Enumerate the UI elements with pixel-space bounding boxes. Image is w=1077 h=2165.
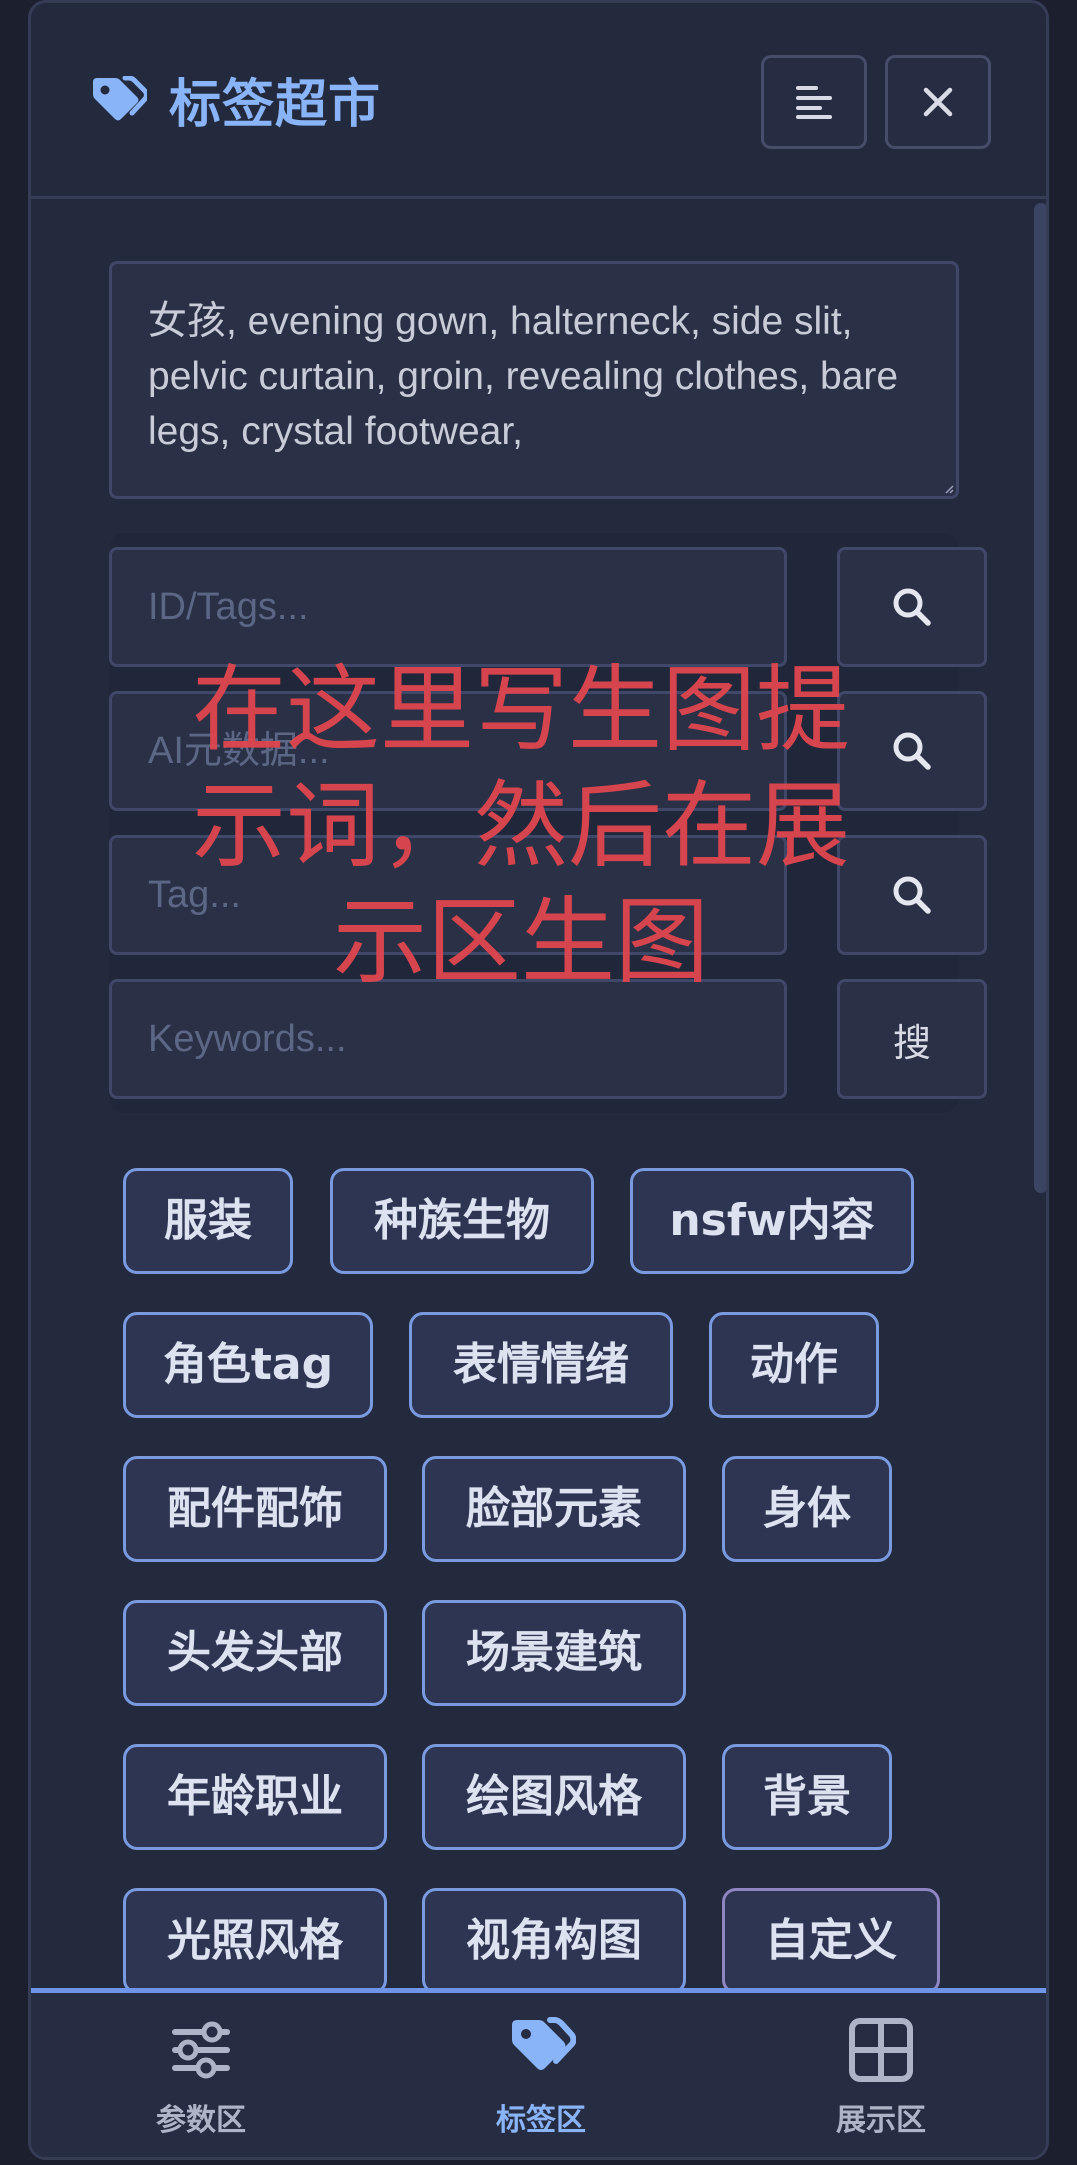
tag-category-button[interactable]: 绘图风格: [422, 1744, 686, 1850]
tag-category-button[interactable]: 脸部元素: [422, 1456, 686, 1562]
panel-header: 标签超市: [31, 3, 1046, 199]
grid-icon: [849, 2018, 913, 2082]
tag-category-button[interactable]: 表情情绪: [409, 1312, 673, 1418]
nav-item-tags[interactable]: 标签区: [441, 2015, 641, 2145]
sliders-icon: [172, 2021, 230, 2079]
resize-grip-icon[interactable]: [944, 484, 954, 494]
tag-category-button[interactable]: 视角构图: [422, 1888, 686, 1994]
search-icon: [893, 588, 931, 626]
bottom-nav: 参数区 标签区 展示区: [31, 1988, 1046, 2157]
menu-button[interactable]: [761, 55, 867, 149]
scrollbar[interactable]: [1034, 203, 1046, 1193]
prompt-textarea[interactable]: 女孩, evening gown, halterneck, side slit,…: [109, 261, 959, 499]
close-button[interactable]: [885, 55, 991, 149]
tag-icon: [512, 2017, 576, 2070]
tag-category-button[interactable]: 动作: [709, 1312, 879, 1418]
tag-market-panel: 标签超市 女孩, evening gown, halterneck, side …: [28, 0, 1049, 2160]
tag-category-button[interactable]: 种族生物: [330, 1168, 594, 1274]
tag-category-button[interactable]: 年龄职业: [123, 1744, 387, 1850]
nav-label: 标签区: [496, 2103, 586, 2138]
close-icon: [923, 87, 953, 117]
tag-category-button[interactable]: 角色tag: [123, 1312, 373, 1418]
overlay-line: 示区生图: [332, 888, 709, 997]
overlay-line: 示词，然后在展: [191, 772, 850, 881]
tag-category-button[interactable]: 背景: [722, 1744, 892, 1850]
tag-category-button[interactable]: 配件配饰: [123, 1456, 387, 1562]
search-icon: [893, 732, 931, 770]
id-tags-search-input[interactable]: ID/Tags...: [109, 547, 787, 667]
instruction-overlay: 在这里写生图提 示词，然后在展 示区生图: [161, 653, 881, 1001]
nav-item-display[interactable]: 展示区: [781, 2015, 981, 2145]
tag-category-button[interactable]: 身体: [722, 1456, 892, 1562]
tag-category-button[interactable]: 光照风格: [123, 1888, 387, 1994]
overlay-line: 在这里写生图提: [191, 656, 850, 765]
tag-category-button[interactable]: 场景建筑: [422, 1600, 686, 1706]
prompt-text: 女孩, evening gown, halterneck, side slit,…: [148, 300, 899, 453]
id-tags-search-button[interactable]: [837, 547, 987, 667]
custom-tag-button[interactable]: 自定义: [722, 1888, 940, 1994]
nav-label: 参数区: [156, 2103, 246, 2138]
page-title: 标签超市: [169, 75, 382, 135]
tag-category-button[interactable]: 服装: [123, 1168, 293, 1274]
nav-label: 展示区: [836, 2103, 926, 2138]
search-icon: [893, 876, 931, 914]
tag-category-button[interactable]: 头发头部: [123, 1600, 387, 1706]
tag-icon: [93, 76, 147, 121]
tag-category-button[interactable]: nsfw内容: [630, 1168, 914, 1274]
nav-item-params[interactable]: 参数区: [101, 2015, 301, 2145]
align-left-icon: [796, 86, 832, 119]
